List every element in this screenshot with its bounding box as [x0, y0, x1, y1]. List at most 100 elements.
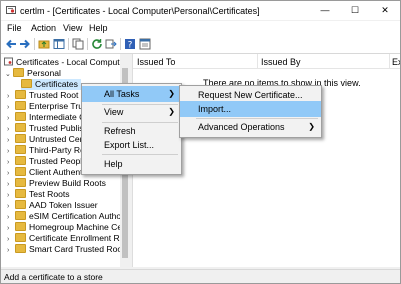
column-expiration[interactable]: Ex	[392, 57, 400, 67]
tree-item-trusted-publishers[interactable]: › Trusted Publish	[7, 123, 88, 134]
tree-item-enrollment-requests[interactable]: › Certificate Enrollment Rec	[7, 233, 120, 244]
up-folder-icon[interactable]	[38, 38, 50, 50]
tree-item-label: Smart Card Trusted Roots	[29, 244, 120, 254]
menu-item-label: All Tasks	[104, 89, 140, 99]
tree-item-label: Certificate Enrollment Rec	[29, 233, 120, 243]
menu-help[interactable]: Help	[89, 23, 108, 33]
submenu-arrow-icon: ❯	[308, 122, 315, 131]
help-icon[interactable]: ?	[124, 38, 136, 50]
certificate-app-icon	[6, 6, 16, 14]
tree-item-label: Untrusted Certi	[29, 134, 87, 144]
tree-item-label: eSIM Certification Authori	[29, 211, 120, 221]
menu-item-label: Export List...	[104, 140, 155, 150]
menu-item-advanced-operations[interactable]: Advanced Operations ❯	[180, 119, 321, 135]
tree-item-label: AAD Token Issuer	[29, 200, 98, 210]
toolbar-separator	[87, 38, 88, 50]
tree-item-third-party-root[interactable]: › Third-Party Roo	[7, 145, 90, 156]
tree-item-trusted-root[interactable]: › Trusted Root Ce	[7, 90, 92, 101]
menu-item-view[interactable]: View ❯	[82, 104, 181, 120]
tree-item-label: Trusted Publish	[29, 123, 89, 133]
toolbar-separator	[120, 38, 121, 50]
refresh-icon[interactable]	[91, 38, 103, 50]
maximize-button[interactable]: ☐	[340, 1, 370, 20]
tree-item-label: Homegroup Machine Cer	[29, 222, 120, 232]
submenu-arrow-icon: ❯	[168, 107, 175, 116]
expanded-chevron-icon[interactable]: ⌄	[5, 69, 13, 80]
folder-icon	[15, 233, 26, 242]
folder-icon	[15, 112, 26, 121]
tree-item-homegroup[interactable]: › Homegroup Machine Cer	[7, 222, 120, 233]
export-icon[interactable]	[105, 38, 117, 50]
collapsed-chevron-icon[interactable]: ›	[7, 245, 15, 256]
window-title: certlm - [Certificates - Local Computer\…	[20, 6, 260, 16]
tree-item-label: Personal	[27, 68, 61, 78]
folder-icon	[15, 189, 26, 198]
list-header: Issued To Issued By Ex	[133, 54, 400, 69]
minimize-button[interactable]: —	[310, 1, 340, 20]
tree-root[interactable]: Certificates - Local Computer	[4, 57, 120, 68]
column-divider[interactable]	[257, 54, 258, 68]
folder-icon	[15, 156, 26, 165]
status-text: Add a certificate to a store	[4, 272, 103, 282]
tree-item-personal[interactable]: ⌄ Personal	[5, 68, 61, 79]
menu-bar: File Action View Help	[1, 21, 400, 35]
certlm-window: certlm - [Certificates - Local Computer\…	[0, 0, 401, 284]
toolbar-separator	[34, 38, 35, 50]
close-button[interactable]: ✕	[370, 1, 400, 20]
tree-item-label: Preview Build Roots	[29, 178, 106, 188]
menu-file[interactable]: File	[7, 23, 22, 33]
submenu-arrow-icon: ❯	[168, 89, 175, 98]
menu-item-label: Help	[104, 159, 123, 169]
tree-root-label: Certificates - Local Computer	[16, 57, 120, 67]
tree-item-esim[interactable]: › eSIM Certification Authori	[7, 211, 120, 222]
menu-item-all-tasks[interactable]: All Tasks ❯	[82, 86, 181, 102]
folder-icon	[15, 211, 26, 220]
tree-item-intermediate[interactable]: › Intermediate Ce	[7, 112, 90, 123]
menu-separator	[102, 154, 178, 155]
menu-item-export-list[interactable]: Export List...	[82, 137, 181, 153]
show-hide-tree-icon[interactable]	[53, 38, 65, 50]
back-arrow-icon[interactable]	[5, 38, 17, 50]
tree-item-test-roots[interactable]: › Test Roots	[7, 189, 70, 200]
svg-text:?: ?	[128, 41, 133, 51]
certificate-store-icon	[4, 57, 13, 66]
tree-item-label: Test Roots	[29, 189, 70, 199]
tree-item-label: Certificates	[35, 79, 78, 89]
folder-icon	[15, 90, 26, 99]
tree-item-certificates[interactable]: Certificates	[21, 79, 81, 90]
tree-item-trusted-people[interactable]: › Trusted People	[7, 156, 87, 167]
menu-item-label: View	[104, 107, 124, 117]
menu-item-label: Import...	[198, 104, 232, 114]
column-issued-by[interactable]: Issued By	[261, 57, 301, 67]
folder-icon	[15, 244, 26, 253]
folder-icon	[15, 200, 26, 209]
tree-item-smart-card[interactable]: › Smart Card Trusted Roots	[7, 244, 120, 255]
tree-item-label: Trusted People	[29, 156, 87, 166]
folder-icon	[15, 178, 26, 187]
tree-item-enterprise-trust[interactable]: › Enterprise Trust	[7, 101, 90, 112]
menu-item-help[interactable]: Help	[82, 156, 181, 172]
tree-item-aad-token-issuer[interactable]: › AAD Token Issuer	[7, 200, 98, 211]
menu-action[interactable]: Action	[31, 23, 56, 33]
menu-view[interactable]: View	[63, 23, 82, 33]
folder-icon	[15, 134, 26, 143]
forward-arrow-icon[interactable]	[19, 38, 31, 50]
menu-item-label: Advanced Operations	[198, 122, 285, 132]
folder-icon	[15, 123, 26, 132]
menu-item-import[interactable]: Import...	[180, 101, 321, 117]
toolbar-separator	[68, 38, 69, 50]
toolbar: ?	[1, 35, 400, 54]
tree-item-untrusted[interactable]: › Untrusted Certi	[7, 134, 87, 145]
tree-item-preview-build-roots[interactable]: › Preview Build Roots	[7, 178, 106, 189]
status-bar: Add a certificate to a store	[1, 269, 400, 283]
column-issued-to[interactable]: Issued To	[137, 57, 175, 67]
folder-icon	[15, 145, 26, 154]
folder-icon	[21, 79, 32, 88]
column-divider[interactable]	[389, 54, 390, 68]
folder-icon	[15, 222, 26, 231]
folder-icon	[15, 101, 26, 110]
title-bar[interactable]: certlm - [Certificates - Local Computer\…	[1, 1, 400, 20]
all-tasks-submenu: Request New Certificate... Import... Adv…	[179, 85, 322, 138]
copy-icon[interactable]	[72, 38, 84, 50]
properties-icon[interactable]	[139, 38, 151, 50]
